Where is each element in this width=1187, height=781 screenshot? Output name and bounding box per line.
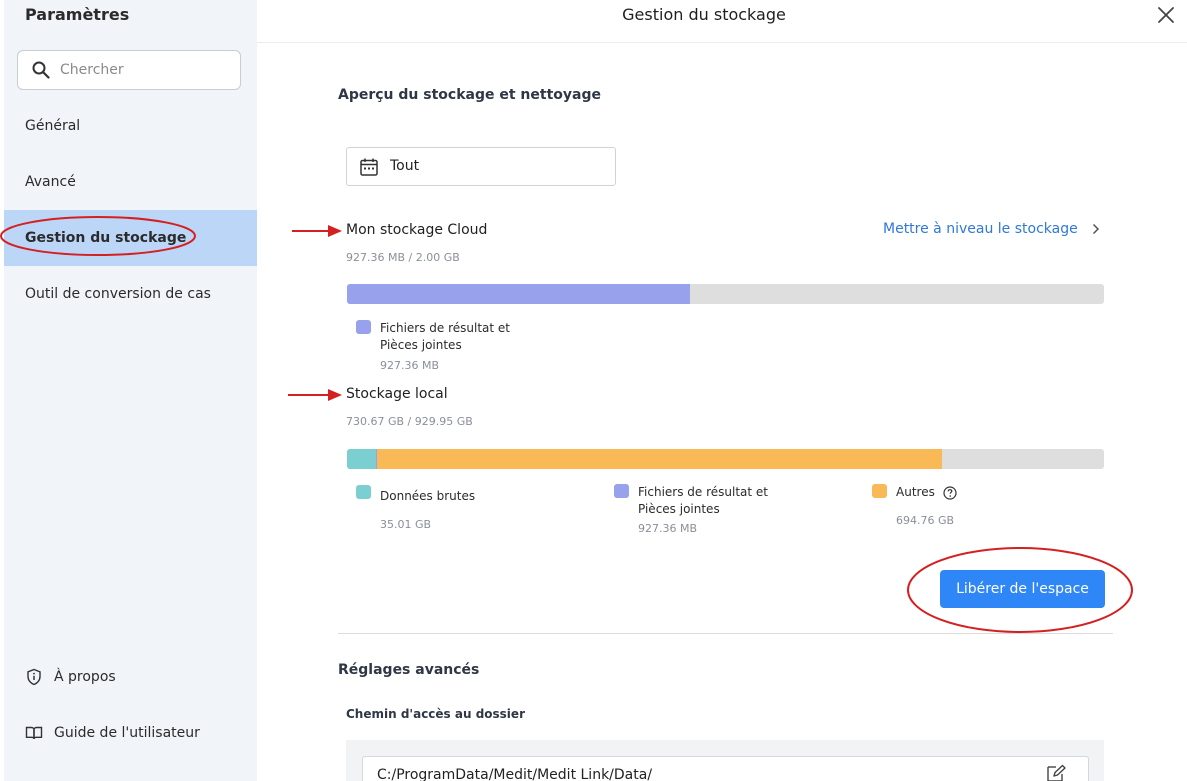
date-filter-select[interactable]: Tout xyxy=(346,147,616,186)
sidebar-item-about[interactable]: À propos xyxy=(25,668,116,686)
legend-name-line1: Autres xyxy=(896,485,935,499)
close-icon[interactable] xyxy=(1155,4,1177,26)
legend-name-row: Autres xyxy=(896,484,957,501)
search-icon xyxy=(32,61,50,79)
local-bar-segment-others xyxy=(376,449,942,469)
legend-swatch xyxy=(356,485,371,499)
local-storage-usage: 730.67 GB / 929.95 GB xyxy=(346,415,473,428)
calendar-icon xyxy=(360,158,378,176)
search-box[interactable] xyxy=(17,50,241,90)
sidebar-item-label: Général xyxy=(25,118,81,134)
annotation-arrow-cloud xyxy=(292,225,342,237)
legend-value: 694.76 GB xyxy=(896,514,955,527)
chevron-right-icon xyxy=(1092,223,1099,235)
shield-info-icon xyxy=(27,668,41,686)
upgrade-storage-link[interactable]: Mettre à niveau le stockage xyxy=(883,221,1100,237)
book-icon xyxy=(25,726,43,740)
local-storage-bar xyxy=(347,449,1104,469)
sidebar-item-general[interactable]: Général xyxy=(4,98,257,154)
sidebar-item-user-guide[interactable]: Guide de l'utilisateur xyxy=(25,724,200,742)
legend-value: 927.36 MB xyxy=(638,522,698,535)
section-divider xyxy=(338,633,1113,634)
legend-value: 35.01 GB xyxy=(380,518,432,531)
sidebar-item-storage-management[interactable]: Gestion du stockage xyxy=(4,210,257,266)
folder-path-label: Chemin d'accès au dossier xyxy=(346,707,525,721)
dialog-header: Gestion du stockage xyxy=(257,0,1187,43)
help-icon[interactable] xyxy=(943,485,957,500)
sidebar-item-label: Gestion du stockage xyxy=(25,230,187,246)
legend-name-line1: Fichiers de résultat et xyxy=(638,485,769,499)
local-storage-label: Stockage local xyxy=(346,386,448,402)
local-legend-others: Autres 694.76 GB xyxy=(872,484,1072,539)
sidebar-item-label: Avancé xyxy=(25,174,76,190)
page-title: Gestion du stockage xyxy=(622,5,786,24)
sidebar-item-label: Outil de conversion de cas xyxy=(25,286,211,302)
upgrade-storage-label: Mettre à niveau le stockage xyxy=(883,221,1078,237)
sidebar-item-case-conversion-tool[interactable]: Outil de conversion de cas xyxy=(4,266,257,322)
legend-name-line2: Pièces jointes xyxy=(380,338,462,352)
legend-swatch xyxy=(614,484,629,498)
sidebar-title: Paramètres xyxy=(25,5,130,24)
cloud-storage-label: Mon stockage Cloud xyxy=(346,222,488,238)
advanced-section-title: Réglages avancés xyxy=(338,662,480,678)
about-label: À propos xyxy=(54,669,116,685)
annotation-arrow-local xyxy=(288,389,342,401)
edit-icon[interactable] xyxy=(1045,764,1067,781)
user-guide-label: Guide de l'utilisateur xyxy=(54,725,200,741)
sidebar: Paramètres Général Avancé Gestion du sto… xyxy=(4,0,257,781)
legend-swatch xyxy=(872,484,887,498)
cloud-bar-segment-result-files xyxy=(347,284,690,304)
cloud-legend-result-files: Fichiers de résultat et Pièces jointes 9… xyxy=(356,320,556,375)
legend-name-line1: Données brutes xyxy=(380,489,476,503)
free-space-button[interactable]: Libérer de l'espace xyxy=(940,570,1105,608)
legend-value: 927.36 MB xyxy=(380,359,440,372)
legend-name-line1: Fichiers de résultat et xyxy=(380,321,511,335)
cloud-storage-usage: 927.36 MB / 2.00 GB xyxy=(346,251,460,264)
sidebar-item-advanced[interactable]: Avancé xyxy=(4,154,257,210)
search-input[interactable] xyxy=(60,59,230,81)
local-legend-result-files: Fichiers de résultat et Pièces jointes 9… xyxy=(614,484,814,539)
folder-path-field[interactable]: C:/ProgramData/Medit/Medit Link/Data/ xyxy=(362,756,1089,781)
legend-swatch xyxy=(356,320,371,334)
cloud-storage-bar xyxy=(347,284,1104,304)
local-legend-raw-data: Données brutes 35.01 GB xyxy=(356,485,556,540)
local-bar-segment-raw-data xyxy=(347,449,376,469)
folder-path-value: C:/ProgramData/Medit/Medit Link/Data/ xyxy=(377,767,653,781)
legend-name-line2: Pièces jointes xyxy=(638,502,720,516)
date-filter-value: Tout xyxy=(390,158,420,174)
overview-section-title: Aperçu du stockage et nettoyage xyxy=(338,87,601,103)
